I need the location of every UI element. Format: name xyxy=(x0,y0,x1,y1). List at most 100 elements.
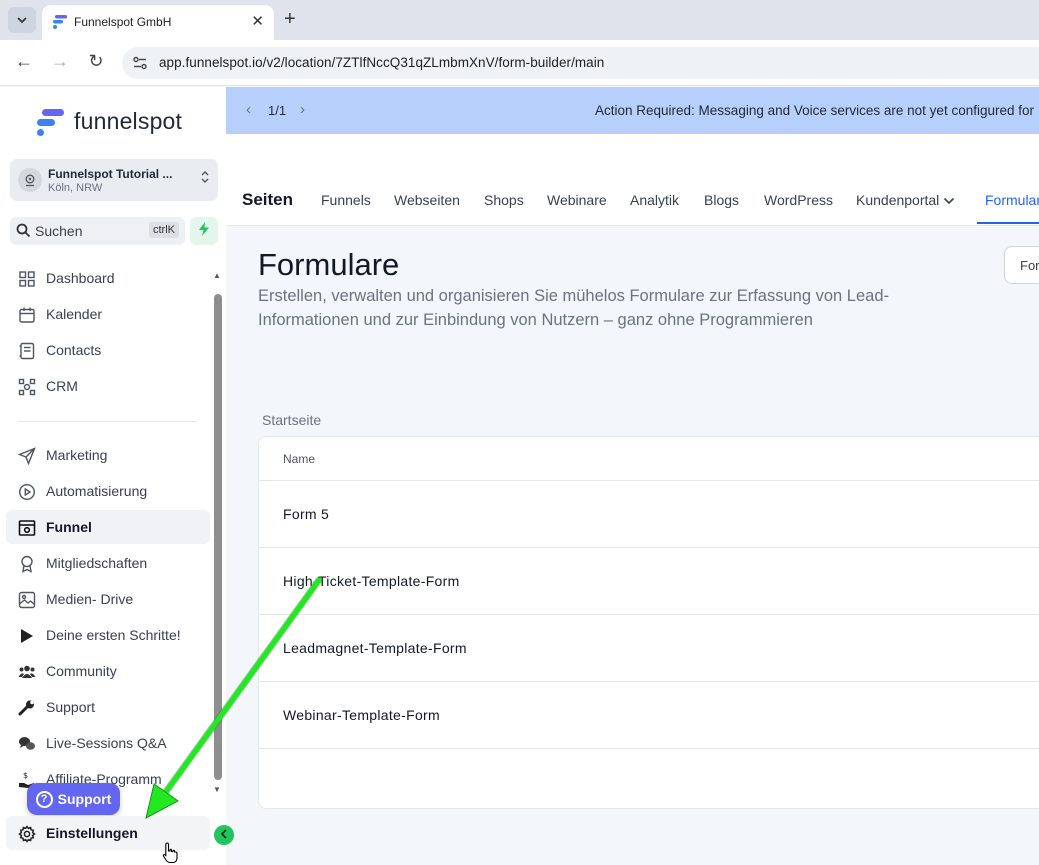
lightning-icon xyxy=(198,221,210,241)
tab-webinare[interactable]: Webinare xyxy=(547,192,607,208)
scroll-down-arrow-icon[interactable]: ▼ xyxy=(213,785,221,794)
action-required-banner: ‹ 1/1 › Action Required: Messaging and V… xyxy=(226,87,1039,134)
award-icon xyxy=(18,555,36,573)
tab-formulare[interactable]: Formulare xyxy=(985,192,1039,208)
form-name[interactable]: Webinar-Template-Form xyxy=(283,707,440,723)
table-row[interactable]: High-Ticket-Template-Form xyxy=(259,548,1039,615)
gear-icon xyxy=(18,825,36,843)
funnel-icon xyxy=(18,519,36,537)
chevron-left-icon[interactable]: ‹ xyxy=(246,101,251,118)
sidebar-item-automatisierung[interactable]: Automatisierung xyxy=(6,474,210,508)
breadcrumb[interactable]: Startseite xyxy=(262,412,321,428)
sidebar-item-erste-schritte[interactable]: Deine ersten Schritte! xyxy=(6,618,210,652)
address-bar[interactable]: app.funnelspot.io/v2/location/7ZTlfNccQ3… xyxy=(122,47,1039,79)
help-icon: ? xyxy=(35,790,53,808)
support-floating-button[interactable]: ? Support xyxy=(27,783,120,815)
send-icon xyxy=(17,447,36,466)
form-action-label: For xyxy=(1020,258,1039,273)
sidebar-item-label: Community xyxy=(46,663,117,679)
sidebar-scrollbar[interactable] xyxy=(214,294,222,780)
page-description: Erstellen, verwalten und organisieren Si… xyxy=(258,287,889,329)
browser-toolbar: ← → ↻ app.funnelspot.io/v2/location/7ZTl… xyxy=(0,40,1039,86)
sidebar-item-label: Kalender xyxy=(46,306,103,322)
form-name[interactable]: High-Ticket-Template-Form xyxy=(283,573,460,589)
wrench-icon xyxy=(18,699,36,717)
automation-icon xyxy=(18,483,36,501)
hand-cursor-icon xyxy=(162,842,178,864)
funnelspot-logo[interactable]: funnelspot xyxy=(36,107,206,141)
sidebar-item-community[interactable]: Community xyxy=(6,654,210,688)
sidebar-search[interactable]: Suchen ctrlK xyxy=(10,217,185,245)
reload-icon[interactable]: ↻ xyxy=(85,51,107,72)
forms-table: Name Form 5 High-Ticket-Template-Form Le… xyxy=(258,436,1039,809)
sidebar-item-medien-drive[interactable]: Medien- Drive xyxy=(6,582,210,616)
page-title: Formulare xyxy=(258,247,400,282)
table-header: Name xyxy=(259,437,1039,481)
sidebar-item-label: Marketing xyxy=(46,447,108,463)
location-pin-icon xyxy=(18,168,42,192)
tab-search-button[interactable] xyxy=(8,7,36,33)
dashboard-icon xyxy=(18,270,36,288)
sidebar-item-funnel[interactable]: Funnel xyxy=(6,510,210,544)
sidebar-item-contacts[interactable]: Contacts xyxy=(6,333,210,367)
tab-shops[interactable]: Shops xyxy=(484,192,524,208)
funnelspot-logo-icon xyxy=(37,109,64,136)
sidebar-item-label: Support xyxy=(46,699,96,715)
tab-wordpress[interactable]: WordPress xyxy=(764,192,833,208)
tab-kundenportal-label: Kundenportal xyxy=(856,192,940,208)
table-row[interactable]: Form 5 xyxy=(259,481,1039,548)
close-icon[interactable]: ✕ xyxy=(251,12,264,30)
table-row[interactable]: Webinar-Template-Form xyxy=(259,682,1039,749)
sidebar-item-kalender[interactable]: Kalender xyxy=(6,297,210,331)
active-tab-indicator xyxy=(977,222,1039,224)
search-icon xyxy=(16,223,31,243)
sidebar-item-mitgliedschaften[interactable]: Mitgliedschaften xyxy=(6,546,210,580)
site-settings-icon[interactable] xyxy=(132,55,148,71)
sidebar-item-label: Automatisierung xyxy=(46,483,148,499)
banner-pager: 1/1 xyxy=(268,103,287,118)
calendar-icon xyxy=(18,306,36,324)
form-action-button[interactable]: For xyxy=(1004,246,1039,284)
quick-actions-button[interactable] xyxy=(190,217,218,245)
support-button-label: Support xyxy=(57,791,112,807)
sidebar-item-label: Medien- Drive xyxy=(46,591,134,607)
browser-tab[interactable]: Funnelspot GmbH ✕ xyxy=(42,5,274,40)
tab-blogs[interactable]: Blogs xyxy=(704,192,739,208)
sidebar-item-crm[interactable]: CRM xyxy=(6,369,210,403)
tab-analytik[interactable]: Analytik xyxy=(630,192,679,208)
tab-kundenportal[interactable]: Kundenportal xyxy=(856,192,955,208)
browser-tabstrip: Funnelspot GmbH ✕ + xyxy=(0,0,1039,40)
chat-icon xyxy=(18,735,36,753)
chevron-down-icon xyxy=(943,192,955,208)
crm-icon xyxy=(18,378,36,396)
forward-arrow-icon[interactable]: → xyxy=(49,51,71,72)
topnav-title: Seiten xyxy=(242,190,294,209)
account-switcher[interactable]: Funnelspot Tutorial ... Köln, NRW xyxy=(10,159,218,201)
sidebar-item-support[interactable]: Support xyxy=(6,690,210,724)
form-name[interactable]: Form 5 xyxy=(283,506,329,522)
scroll-up-arrow-icon[interactable]: ▲ xyxy=(213,271,221,280)
form-name[interactable]: Leadmagnet-Template-Form xyxy=(283,640,467,656)
sidebar-item-label: Live-Sessions Q&A xyxy=(46,735,167,751)
funnelspot-favicon-icon xyxy=(52,14,68,30)
sidebar-item-label: CRM xyxy=(46,378,78,394)
tab-funnels[interactable]: Funnels xyxy=(321,192,371,208)
sidebar-item-dashboard[interactable]: Dashboard xyxy=(6,261,210,295)
search-label: Suchen xyxy=(35,223,83,239)
sidebar-item-label: Deine ersten Schritte! xyxy=(46,627,181,643)
sidebar-item-label: Contacts xyxy=(46,342,102,358)
collapse-sidebar-button[interactable] xyxy=(214,825,234,845)
sidebar: funnelspot Funnelspot Tutorial ... Köln,… xyxy=(0,87,226,865)
sidebar-item-label: Mitgliedschaften xyxy=(46,555,148,571)
tab-webseiten[interactable]: Webseiten xyxy=(394,192,460,208)
sidebar-item-marketing[interactable]: Marketing xyxy=(6,438,210,472)
column-header-name[interactable]: Name xyxy=(283,452,315,466)
sidebar-item-live-sessions[interactable]: Live-Sessions Q&A xyxy=(6,726,210,760)
new-tab-button[interactable]: + xyxy=(284,8,296,30)
sidebar-item-label: Dashboard xyxy=(46,270,115,286)
chevron-right-icon[interactable]: › xyxy=(300,101,305,118)
play-icon xyxy=(18,627,36,645)
banner-message: Action Required: Messaging and Voice ser… xyxy=(595,103,1034,118)
table-row[interactable]: Leadmagnet-Template-Form xyxy=(259,615,1039,682)
back-arrow-icon[interactable]: ← xyxy=(13,51,35,72)
